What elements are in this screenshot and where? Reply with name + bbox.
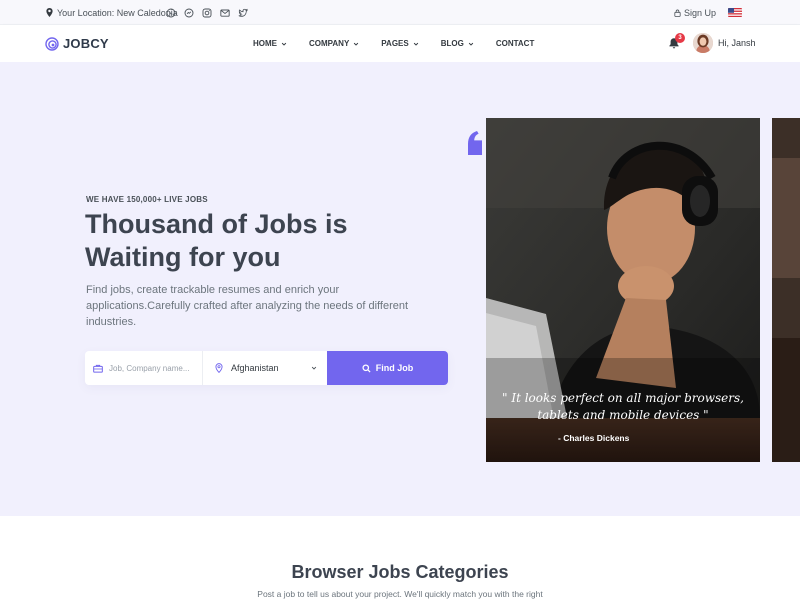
hero-photo: " It looks perfect on all major browsers…	[486, 118, 760, 462]
find-job-label: Find Job	[375, 363, 414, 373]
chevron-down-icon	[468, 42, 474, 46]
messenger-icon[interactable]	[184, 8, 194, 18]
instagram-icon[interactable]	[202, 8, 212, 18]
hero-headline: Thousand of Jobs is Waiting for you	[85, 209, 348, 272]
quote-author: - Charles Dickens	[558, 433, 630, 443]
nav-item-label: PAGES	[381, 39, 409, 48]
user-greeting[interactable]: Hi, Jansh	[718, 34, 756, 52]
briefcase-icon	[93, 364, 103, 373]
find-job-button[interactable]: Find Job	[327, 351, 448, 385]
nav-item-company[interactable]: COMPANY	[309, 39, 359, 48]
main-navbar: JOBCY HOME COMPANY PAGES BLOG CONTACT	[0, 25, 800, 62]
categories-title: Browser Jobs Categories	[291, 562, 509, 582]
social-links	[166, 0, 248, 25]
next-slide-photo	[772, 118, 800, 462]
quote-text: " It looks perfect on all major browsers…	[502, 391, 744, 422]
top-bar: Your Location: New Caledonia Sign Up	[0, 0, 800, 25]
nav-item-label: HOME	[253, 39, 277, 48]
search-icon	[362, 363, 371, 373]
job-search-input[interactable]	[109, 363, 195, 373]
location-info: Your Location: New Caledonia	[46, 0, 178, 25]
job-search-bar: Afghanistan Find Job	[85, 351, 448, 385]
nav-item-contact[interactable]: CONTACT	[496, 39, 535, 48]
hero-section: WE HAVE 150,000+ LIVE JOBS Thousand of J…	[0, 62, 800, 516]
chevron-down-icon	[281, 42, 287, 46]
avatar[interactable]	[693, 33, 713, 53]
nav-item-label: COMPANY	[309, 39, 350, 48]
twitter-icon[interactable]	[238, 8, 248, 18]
chevron-down-icon	[413, 42, 418, 46]
mail-icon[interactable]	[220, 8, 230, 18]
nav-item-blog[interactable]: BLOG	[441, 39, 474, 48]
location-text: Your Location: New Caledonia	[57, 7, 178, 18]
keyword-field	[85, 351, 203, 385]
map-pin-icon	[46, 8, 53, 17]
logo-spiral-icon	[45, 36, 59, 51]
logo[interactable]: JOBCY	[45, 36, 109, 51]
signup-label: Sign Up	[684, 7, 717, 18]
nav-item-home[interactable]: HOME	[253, 39, 287, 48]
nav-item-pages[interactable]: PAGES	[381, 39, 418, 48]
categories-subtitle: Post a job to tell us about your project…	[257, 589, 543, 599]
logo-text: JOBCY	[63, 36, 109, 51]
notification-badge: 3	[675, 33, 685, 43]
map-pin-icon	[215, 363, 223, 373]
nav-menu: HOME COMPANY PAGES BLOG CONTACT	[253, 25, 534, 62]
country-select[interactable]: Afghanistan	[204, 351, 326, 385]
signup-link[interactable]: Sign Up	[674, 0, 716, 25]
country-selected-value: Afghanistan	[231, 363, 279, 373]
lock-icon	[674, 9, 681, 17]
hero-subtitle: WE HAVE 150,000+ LIVE JOBS	[86, 195, 208, 204]
hero-description: Find jobs, create trackable resumes and …	[86, 284, 409, 328]
nav-item-label: CONTACT	[495, 39, 535, 48]
nav-item-label: BLOG	[440, 39, 464, 48]
chevron-down-icon	[354, 42, 359, 46]
chevron-down-icon	[311, 366, 317, 370]
whatsapp-icon[interactable]	[166, 8, 176, 18]
us-flag-icon[interactable]	[728, 8, 742, 17]
